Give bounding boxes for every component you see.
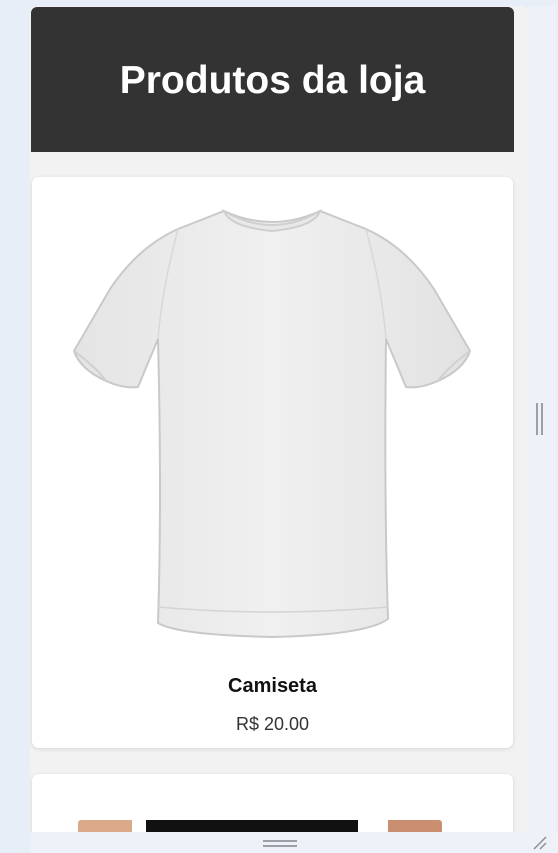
page-header: Produtos da loja	[31, 7, 514, 152]
tshirt-icon[interactable]	[66, 199, 478, 639]
resize-handle-icon[interactable]	[532, 835, 548, 851]
product-card[interactable]: Camiseta R$ 20.00	[32, 177, 513, 748]
page-frame: Produtos da loja Camiseta R$ 20.00	[30, 6, 528, 832]
vertical-drag-handle-icon[interactable]	[536, 403, 544, 435]
page-title: Produtos da loja	[119, 58, 426, 102]
product-card[interactable]	[32, 774, 513, 832]
product-price: R$ 20.00	[235, 714, 310, 734]
product-name: Camiseta	[228, 675, 317, 697]
horizontal-drag-handle-icon[interactable]	[263, 840, 297, 848]
